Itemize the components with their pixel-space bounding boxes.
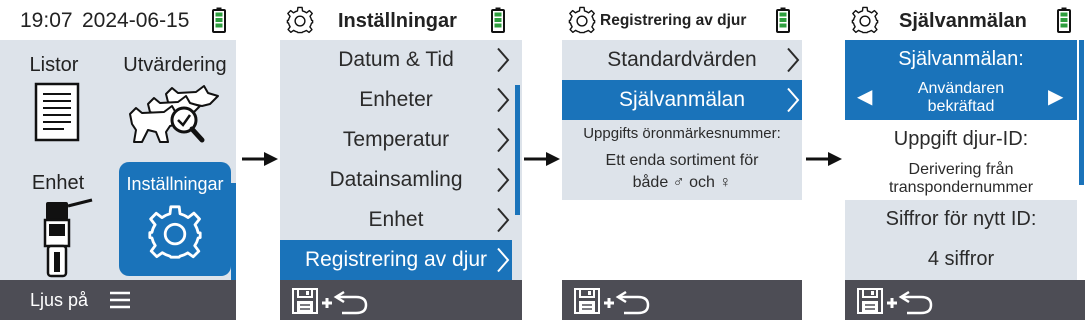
menu-item-label: Datum & Tid [338,48,454,71]
tile-label: Utvärdering [123,54,227,76]
info-heading: Uppgifts öronmärkesnummer: [583,125,781,142]
menu-item-label: Självanmälan [618,88,746,111]
left-arrow-icon[interactable]: ◀ [857,86,872,108]
chevron-right-icon [786,87,800,113]
tile-label: Listor [29,54,79,76]
home-screen: 19:07 2024-06-15 Listor Utvärdering Enhe… [0,0,236,320]
menu-item-label: Standardvärden [607,48,757,71]
battery-icon [491,7,505,33]
save-and-back-icon[interactable] [574,286,658,316]
selector-value-line2: bekräftad [927,98,995,115]
digits-value: 4 siffror [927,248,995,270]
selector-label: Självanmälan: [898,48,1024,70]
chevron-right-icon [496,87,510,113]
info-value-line2: både ♂ och ♀ [632,174,732,191]
new-id-digits-field[interactable]: Siffror för nytt ID: 4 siffror [845,200,1077,280]
save-and-back-icon[interactable] [292,286,376,316]
flow-arrow-icon [242,147,278,171]
menu-item-sjalvanmalan[interactable]: Självanmälan [562,80,802,120]
menu-item-enheter[interactable]: Enheter [280,80,512,120]
tile-enhet[interactable]: Enhet [4,162,112,280]
chevron-right-icon [496,167,510,193]
scrollbar[interactable] [1079,40,1084,185]
registration-menu: Standardvärden Självanmälan Uppgifts öro… [562,40,802,200]
screen-title: Registrering av djur [600,12,747,29]
footer-bar [845,280,1085,320]
footer-bar: Ljus på [0,280,236,320]
menu-item-label: Temperatur [342,128,450,151]
selector-value-line1: Användaren [917,80,1005,97]
handheld-reader-icon [43,198,93,278]
menu-item-enhet[interactable]: Enhet [280,200,512,240]
menu-item-datum-tid[interactable]: Datum & Tid [280,40,512,80]
chevron-right-icon [496,47,510,73]
info-value-line1: Ett enda sortiment för [605,152,759,169]
save-and-back-icon[interactable] [857,286,941,316]
screen-title: Självanmälan [899,10,1027,32]
gear-icon [147,204,203,260]
tile-label: Inställningar [126,174,224,194]
flow-arrow-icon [524,147,560,171]
battery-icon [212,7,226,33]
status-bar: 19:07 2024-06-15 [0,0,236,40]
tile-installningar[interactable]: Inställningar [119,162,231,276]
animal-id-label: Uppgift djur-ID: [893,128,1029,150]
animal-id-value-line1: Derivering från [908,161,1014,178]
flow-arrow-icon [806,147,842,171]
list-document-icon [34,82,80,142]
chevron-right-icon [496,247,510,273]
scrollbar[interactable] [231,183,236,280]
header-bar: Inställningar [280,0,522,40]
clock-time: 19:07 [20,9,73,32]
menu-item-label: Enhet [368,208,424,231]
self-registration-selector[interactable]: Självanmälan: ◀ Användaren bekräftad ▶ [845,40,1077,120]
battery-icon [1057,7,1071,33]
date: 2024-06-15 [82,9,190,32]
tile-utvardering[interactable]: Utvärdering [116,44,234,156]
settings-menu: Datum & Tid Enheter Temperatur Datainsam… [280,40,522,280]
chevron-right-icon [786,47,800,73]
gear-icon [851,6,879,34]
header-bar: Självanmälan [845,0,1085,40]
battery-icon [776,7,790,33]
self-registration-screen: Självanmälan Självanmälan: ◀ Användaren … [845,0,1085,320]
hamburger-menu-icon[interactable] [110,291,130,309]
digits-label: Siffror för nytt ID: [885,208,1037,230]
tile-label: Enhet [31,172,85,194]
menu-item-datainsamling[interactable]: Datainsamling [280,160,512,200]
menu-item-label: Enheter [359,88,433,111]
menu-item-standardvarden[interactable]: Standardvärden [562,40,802,80]
menu-item-temperatur[interactable]: Temperatur [280,120,512,160]
right-arrow-icon[interactable]: ▶ [1048,86,1063,108]
animal-id-value-line2: transpondernummer [888,179,1034,196]
footer-bar [562,280,802,320]
menu-item-label: Datainsamling [329,168,463,191]
animal-registration-screen: Registrering av djur Standardvärden Själ… [562,0,802,320]
menu-item-label: Registrering av djur [304,248,488,271]
light-on-button[interactable]: Ljus på [30,280,88,320]
chevron-right-icon [496,127,510,153]
footer-bar [280,280,522,320]
ear-tag-info: Uppgifts öronmärkesnummer: Ett enda sort… [562,122,802,194]
menu-item-registrering-av-djur[interactable]: Registrering av djur [280,240,512,280]
animal-id-field[interactable]: Uppgift djur-ID: Derivering från transpo… [845,120,1077,200]
chevron-right-icon [496,207,510,233]
header-bar: Registrering av djur [562,0,802,40]
gear-icon [286,6,314,34]
cattle-magnifier-icon [129,85,219,143]
settings-screen: Inställningar Datum & Tid Enheter Temper… [280,0,522,320]
home-panel: Listor Utvärdering Enhet Inställningar [0,40,236,280]
tile-listor[interactable]: Listor [4,44,112,156]
scrollbar[interactable] [515,85,520,215]
screen-title: Inställningar [338,10,457,32]
gear-icon [568,6,596,34]
